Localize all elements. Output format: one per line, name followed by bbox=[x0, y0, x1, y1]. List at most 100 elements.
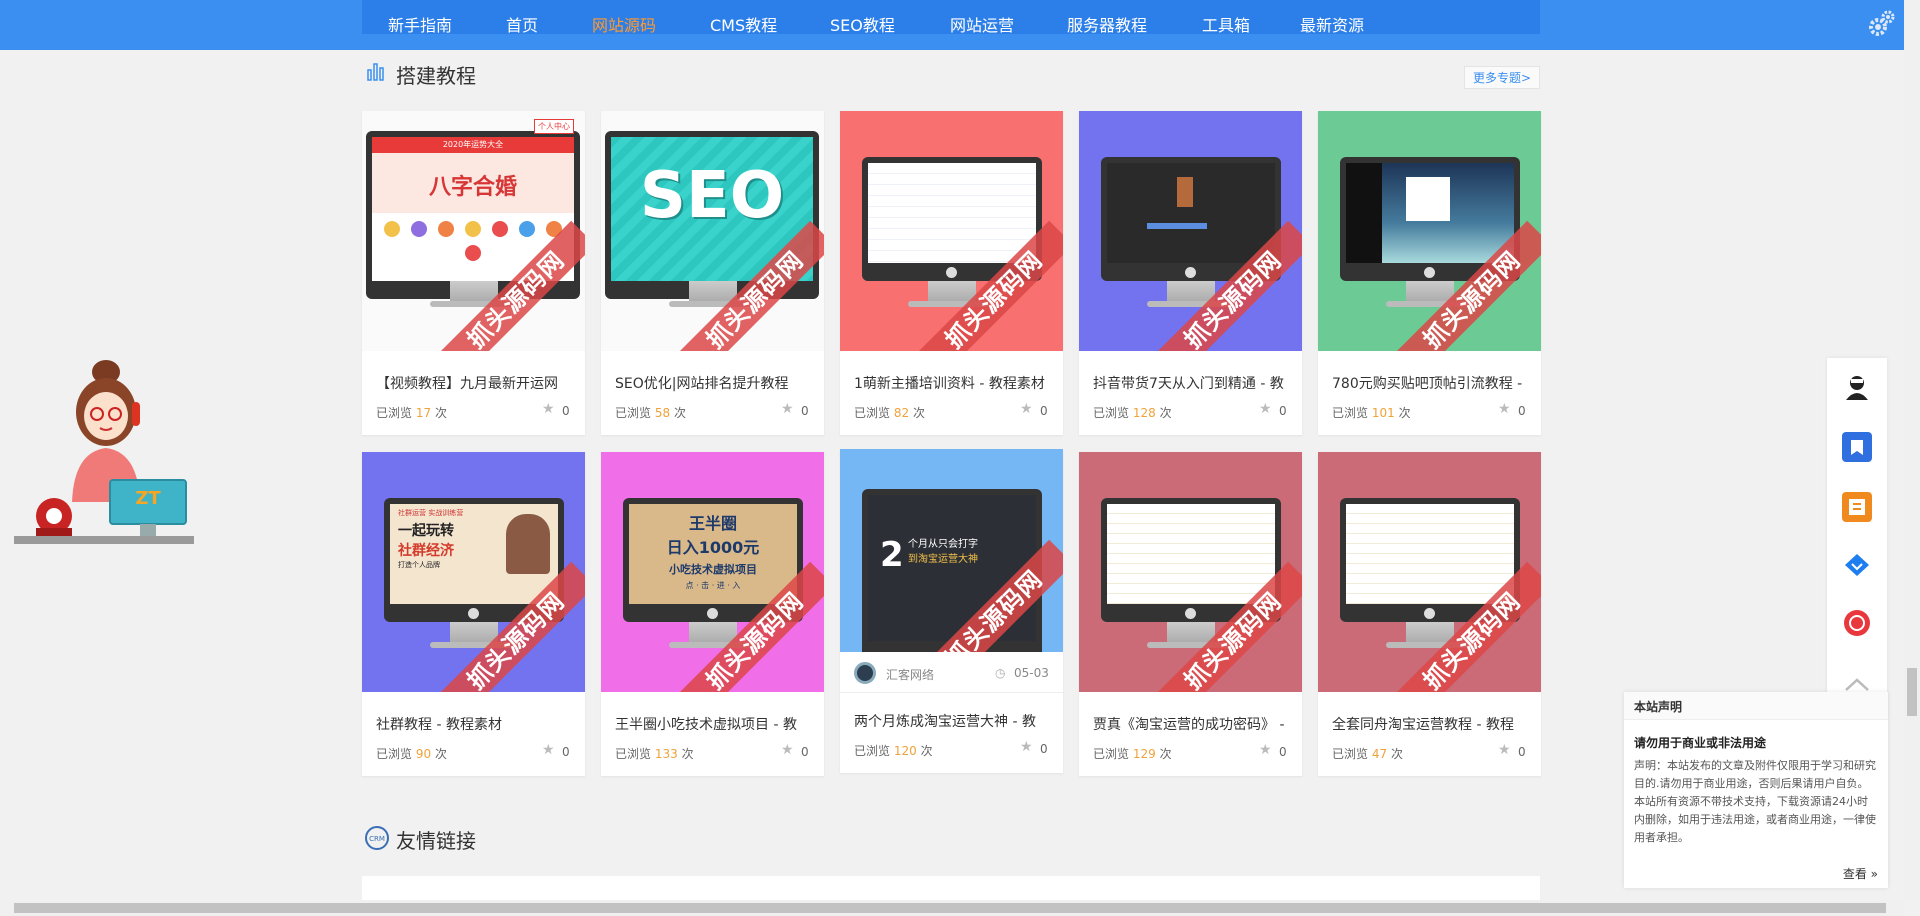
crm-icon: CRM bbox=[365, 826, 389, 850]
section-header-tutorials: 搭建教程 更多专题> bbox=[362, 58, 1541, 89]
nav-bar: 新手指南 首页 网站源码 CMS教程 SEO教程 网站运营 服务器教程 工具箱 … bbox=[362, 0, 1895, 36]
card-title[interactable]: SEO优化|网站排名提升教程 bbox=[615, 373, 813, 393]
card-thumbnail: 抓头源码网 bbox=[1079, 111, 1302, 351]
customer-service-mascot[interactable]: ZT bbox=[14, 352, 194, 548]
star-icon[interactable]: ★ bbox=[1259, 401, 1272, 417]
star-icon[interactable]: ★ bbox=[1498, 742, 1511, 758]
section-title: 友情链接 bbox=[396, 829, 476, 853]
card-title[interactable]: 1萌新主播培训资料 - 教程素材 bbox=[854, 373, 1052, 393]
notice-more-link[interactable]: 查看 » bbox=[1843, 865, 1878, 882]
card-views: 已浏览 133 次 bbox=[615, 747, 694, 761]
bar-chart-icon bbox=[367, 63, 384, 81]
card-1[interactable]: 2020年运势大全 八字合婚 个人中心 抓头源码网 【视频教程】九月最新开运网 … bbox=[362, 111, 585, 435]
card-views: 已浏览 58 次 bbox=[615, 406, 686, 420]
favorite-count: 0 bbox=[801, 404, 809, 418]
nav-item-server[interactable]: 服务器教程 bbox=[1067, 12, 1147, 36]
star-icon[interactable]: ★ bbox=[542, 401, 555, 417]
star-icon[interactable]: ★ bbox=[542, 742, 555, 758]
favorite-count: 0 bbox=[1279, 404, 1287, 418]
more-topics-link[interactable]: 更多专题> bbox=[1464, 66, 1541, 89]
card-views: 已浏览 101 次 bbox=[1332, 406, 1411, 420]
notice-body: 声明：本站发布的文章及附件仅限用于学习和研究目的.请勿用于商业用途，否则后果请用… bbox=[1634, 759, 1876, 844]
section-header-links: CRM 友情链接 bbox=[362, 823, 962, 853]
favorite-count: 0 bbox=[1518, 404, 1526, 418]
card-4[interactable]: 抓头源码网 抖音带货7天从入门到精通 - 教 已浏览 128 次 ★ 0 bbox=[1079, 111, 1302, 435]
card-5[interactable]: 抓头源码网 780元购买贴吧顶帖引流教程 - 已浏览 101 次 ★ 0 bbox=[1318, 111, 1541, 435]
svg-text:CRM: CRM bbox=[369, 835, 385, 843]
weibo-icon[interactable] bbox=[1842, 608, 1872, 638]
card-views: 已浏览 128 次 bbox=[1093, 406, 1172, 420]
favorite-count: 0 bbox=[562, 404, 570, 418]
card-thumbnail: 抓头源码网 bbox=[1079, 452, 1302, 692]
card-views: 已浏览 82 次 bbox=[854, 406, 925, 420]
card-title[interactable]: 抖音带货7天从入门到精通 - 教 bbox=[1093, 373, 1291, 393]
card-views: 已浏览 17 次 bbox=[376, 406, 447, 420]
clock-icon: ◷ bbox=[995, 666, 1006, 680]
card-thumbnail: 王半圈 日入1000元 小吃技术虚拟项目 点 · 击 · 进 · 入 抓头源码网 bbox=[601, 452, 824, 692]
card-10[interactable]: 抓头源码网 全套同舟淘宝运营教程 - 教程 已浏览 47 次 ★ 0 bbox=[1318, 452, 1541, 776]
star-icon[interactable]: ★ bbox=[1020, 401, 1033, 417]
card-thumbnail: 社群运营 实战训练营 一起玩转 社群经济 打造个人品牌 抓头源码网 bbox=[362, 452, 585, 692]
card-7[interactable]: 王半圈 日入1000元 小吃技术虚拟项目 点 · 击 · 进 · 入 抓头源码网… bbox=[601, 452, 824, 776]
card-views: 已浏览 120 次 bbox=[854, 744, 933, 758]
bookmark-icon[interactable] bbox=[1842, 432, 1872, 462]
customer-service-icon[interactable] bbox=[1842, 372, 1872, 402]
section-title: 搭建教程 bbox=[396, 64, 476, 88]
nav-item-latest[interactable]: 最新资源 bbox=[1300, 12, 1364, 36]
card-thumbnail: 抓头源码网 bbox=[1318, 111, 1541, 351]
favorite-count: 0 bbox=[1040, 742, 1048, 756]
card-thumbnail: SEO 抓头源码网 bbox=[601, 111, 824, 351]
vertical-scrollbar[interactable] bbox=[1904, 0, 1920, 900]
card-6[interactable]: 社群运营 实战训练营 一起玩转 社群经济 打造个人品牌 抓头源码网 社群教程 -… bbox=[362, 452, 585, 776]
nav-item-seo[interactable]: SEO教程 bbox=[830, 12, 895, 36]
star-icon[interactable]: ★ bbox=[1498, 401, 1511, 417]
card-title[interactable]: 贾真《淘宝运营的成功密码》 - bbox=[1093, 714, 1291, 734]
top-nav: 新手指南 首页 网站源码 CMS教程 SEO教程 网站运营 服务器教程 工具箱 … bbox=[0, 0, 1904, 50]
card-title[interactable]: 【视频教程】九月最新开运网 bbox=[376, 373, 574, 393]
favorite-count: 0 bbox=[801, 745, 809, 759]
favorite-count: 0 bbox=[1279, 745, 1287, 759]
card-views: 已浏览 47 次 bbox=[1332, 747, 1403, 761]
card-thumbnail: 抓头源码网 bbox=[1318, 452, 1541, 692]
notice-title: 本站声明 bbox=[1624, 692, 1888, 720]
side-float-bar bbox=[1827, 358, 1887, 718]
card-thumbnail: 抓头源码网 bbox=[840, 111, 1063, 351]
gear-icon[interactable] bbox=[1867, 8, 1897, 38]
card-thumbnail: 2020年运势大全 八字合婚 个人中心 抓头源码网 bbox=[362, 111, 585, 351]
nav-item-operation[interactable]: 网站运营 bbox=[950, 12, 1014, 36]
card-title[interactable]: 社群教程 - 教程素材 bbox=[376, 714, 574, 734]
card-thumbnail: 2 个月从只会打字 到淘宝运营大神 抓头源码网 bbox=[840, 449, 1063, 652]
card-views: 已浏览 129 次 bbox=[1093, 747, 1172, 761]
card-8[interactable]: 2 个月从只会打字 到淘宝运营大神 抓头源码网 汇客网络 ◷ 05-03 两个月… bbox=[840, 449, 1063, 773]
favorite-count: 0 bbox=[562, 745, 570, 759]
card-9[interactable]: 抓头源码网 贾真《淘宝运营的成功密码》 - 已浏览 129 次 ★ 0 bbox=[1079, 452, 1302, 776]
notice-subtitle: 请勿用于商业或非法用途 bbox=[1634, 736, 1767, 750]
diamond-icon[interactable] bbox=[1842, 550, 1872, 580]
star-icon[interactable]: ★ bbox=[1259, 742, 1272, 758]
card-title[interactable]: 780元购买贴吧顶帖引流教程 - bbox=[1332, 373, 1530, 393]
nav-item-cms[interactable]: CMS教程 bbox=[710, 12, 777, 36]
card-3[interactable]: 抓头源码网 1萌新主播培训资料 - 教程素材 已浏览 82 次 ★ 0 bbox=[840, 111, 1063, 435]
card-title[interactable]: 王半圈小吃技术虚拟项目 - 教 bbox=[615, 714, 813, 734]
author-name[interactable]: 汇客网络 bbox=[886, 666, 934, 683]
star-icon[interactable]: ★ bbox=[781, 401, 794, 417]
nav-item-home[interactable]: 首页 bbox=[506, 12, 538, 36]
nav-item-guide[interactable]: 新手指南 bbox=[388, 12, 452, 36]
author-avatar[interactable] bbox=[854, 662, 876, 684]
svg-text:ZT: ZT bbox=[135, 488, 161, 509]
card-views: 已浏览 90 次 bbox=[376, 747, 447, 761]
card-title[interactable]: 全套同舟淘宝运营教程 - 教程 bbox=[1332, 714, 1530, 734]
horizontal-scrollbar[interactable] bbox=[0, 900, 1904, 916]
report-icon[interactable] bbox=[1842, 492, 1872, 522]
site-notice: 本站声明 请勿用于商业或非法用途 声明：本站发布的文章及附件仅限用于学习和研究目… bbox=[1624, 692, 1888, 888]
nav-item-source[interactable]: 网站源码 bbox=[592, 12, 656, 36]
favorite-count: 0 bbox=[1040, 404, 1048, 418]
card-2[interactable]: SEO 抓头源码网 SEO优化|网站排名提升教程 已浏览 58 次 ★ 0 bbox=[601, 111, 824, 435]
star-icon[interactable]: ★ bbox=[781, 742, 794, 758]
nav-item-tools[interactable]: 工具箱 bbox=[1202, 12, 1250, 36]
favorite-count: 0 bbox=[1518, 745, 1526, 759]
star-icon[interactable]: ★ bbox=[1020, 739, 1033, 755]
friend-links-box bbox=[362, 876, 1540, 900]
post-date: 05-03 bbox=[1014, 666, 1049, 680]
card-title[interactable]: 两个月炼成淘宝运营大神 - 教 bbox=[854, 711, 1052, 731]
